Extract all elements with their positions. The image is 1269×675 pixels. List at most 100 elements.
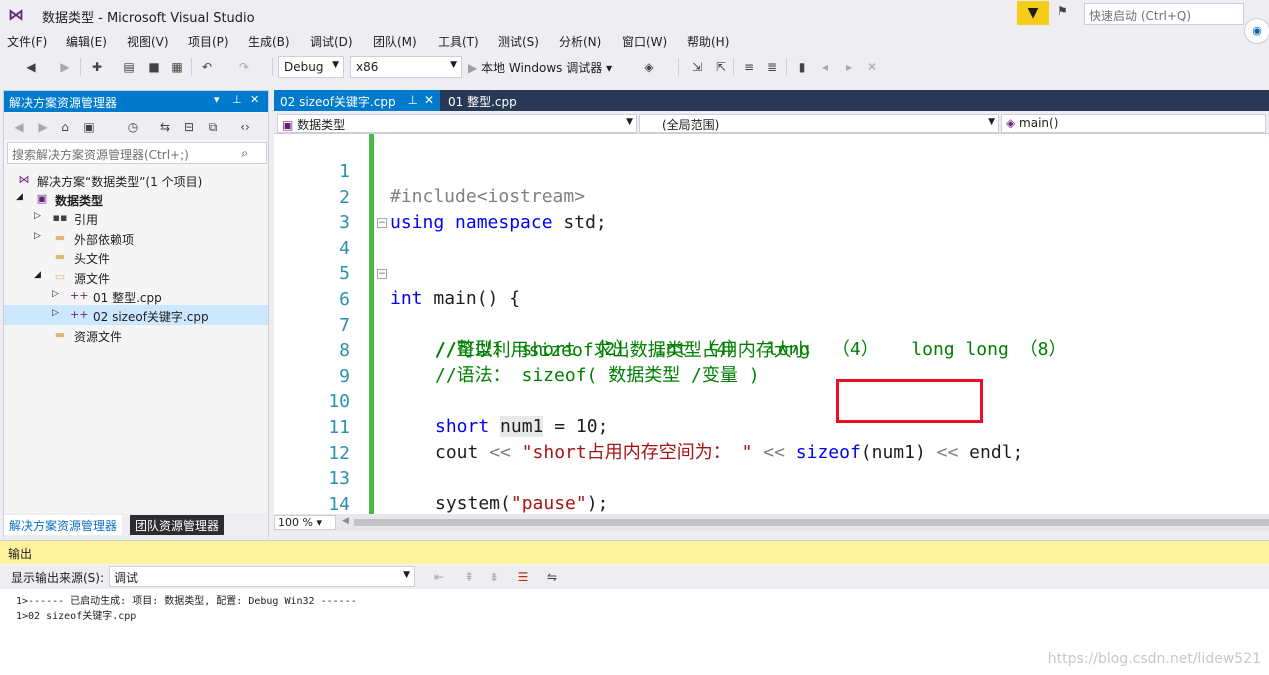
document-tab-bar: 02 sizeof关键字.cpp ⊥ ✕ 01 整型.cpp <box>274 90 1269 111</box>
tab-sizeof-cpp[interactable]: 02 sizeof关键字.cpp ⊥ ✕ <box>274 90 440 111</box>
undo-icon[interactable]: ↶ <box>198 58 216 76</box>
tree-item-label: 02 sizeof关键字.cpp <box>93 310 209 324</box>
cpp-file-icon: ++ <box>70 308 89 321</box>
tree-item-label: 外部依赖项 <box>74 233 135 247</box>
save-icon[interactable]: ■ <box>145 58 163 76</box>
menu-analyze[interactable]: 分析(N) <box>559 33 601 50</box>
bookmark-next-icon[interactable]: ▸ <box>840 58 858 76</box>
scroll-left-icon[interactable]: ◀ <box>342 516 349 526</box>
tree-item-header-files[interactable]: ▬ 头文件 <box>4 247 268 267</box>
account-avatar[interactable]: ◉ <box>1244 18 1269 44</box>
close-icon[interactable]: ✕ <box>250 93 259 106</box>
editor-horizontal-scrollbar[interactable]: 100 % ▾ ◀ <box>274 514 1269 531</box>
search-icon[interactable]: ⌕ <box>241 146 248 161</box>
browse-icon[interactable]: ◈ <box>640 58 658 76</box>
comment-icon[interactable]: ≡ <box>740 58 758 76</box>
open-file-icon[interactable]: ▤ <box>120 58 138 76</box>
folder-icon: ▬ <box>54 250 66 263</box>
feedback-icon[interactable]: ⚑ <box>1057 4 1075 22</box>
clear-all-icon[interactable]: ☰ <box>514 568 532 586</box>
output-source-label: 显示输出来源(S): <box>11 571 105 585</box>
tab-solution-explorer[interactable]: 解决方案资源管理器 <box>4 515 123 535</box>
notification-filter-icon[interactable]: ▼ <box>1017 1 1049 25</box>
chevron-down-icon: ▼ <box>332 60 339 70</box>
solution-search-input[interactable]: 搜索解决方案资源管理器(Ctrl+;) ⌕ <box>7 142 267 164</box>
pending-changes-icon[interactable]: ◷ <box>124 118 142 136</box>
bookmark-prev-icon[interactable]: ◂ <box>816 58 834 76</box>
bookmark-clear-icon[interactable]: ✕ <box>863 58 881 76</box>
collapsed-arrow-icon: ▷ <box>34 211 41 221</box>
back-icon[interactable]: ◀ <box>22 58 40 76</box>
find-message-icon[interactable]: ⇤ <box>430 568 448 586</box>
context-select[interactable]: (全局范围) ▼ <box>639 114 999 133</box>
code-line-5: 5 <box>274 236 1269 284</box>
menu-window[interactable]: 窗口(W) <box>622 33 667 50</box>
zoom-select[interactable]: 100 % ▾ <box>274 515 336 530</box>
menu-build[interactable]: 生成(B) <box>248 33 290 50</box>
menu-help[interactable]: 帮助(H) <box>687 33 729 50</box>
uncomment-icon[interactable]: ≣ <box>763 58 781 76</box>
configuration-select[interactable]: Debug ▼ <box>278 56 344 78</box>
show-all-files-icon[interactable]: ⧉ <box>204 118 222 136</box>
tree-item-solution[interactable]: ⋈ 解决方案“数据类型”(1 个项目) <box>4 170 268 190</box>
pin-icon[interactable]: ⊥ <box>408 93 418 107</box>
output-line: 1>02 sizeof关键字.cpp <box>16 611 137 622</box>
project-scope-select[interactable]: ▣ 数据类型 ▼ <box>277 114 637 133</box>
output-text-area[interactable]: 1>------ 已启动生成: 项目: 数据类型, 配置: Debug Win3… <box>0 589 1269 675</box>
previous-message-icon[interactable]: ⇞ <box>460 568 478 586</box>
bookmark-icon[interactable]: ▮ <box>793 58 811 76</box>
home-icon[interactable]: ⌂ <box>56 118 74 136</box>
toolbar-separator <box>678 58 679 76</box>
word-wrap-icon[interactable]: ⇋ <box>543 568 561 586</box>
tree-item-label: 数据类型 <box>55 194 104 208</box>
platform-value: x86 <box>356 60 379 74</box>
fold-toggle-icon[interactable]: − <box>377 269 387 279</box>
tree-item-references[interactable]: ▷ ▪▪ 引用 <box>4 208 268 228</box>
output-source-select[interactable]: 调试 ▼ <box>109 566 415 587</box>
menu-tools[interactable]: 工具(T) <box>438 33 479 50</box>
code-line-2: 2 using namespace std; <box>274 160 1269 233</box>
platform-select[interactable]: x86 ▼ <box>350 56 462 78</box>
pin-icon[interactable]: ⊥ <box>232 93 242 106</box>
tree-item-label: 源文件 <box>74 272 111 286</box>
collapse-all-icon[interactable]: ⊟ <box>180 118 198 136</box>
fold-toggle-icon[interactable]: − <box>377 217 387 228</box>
tree-item-file[interactable]: ▷ ++ 01 整型.cpp <box>4 286 268 306</box>
member-select[interactable]: ◈ main() <box>1001 114 1266 133</box>
step-icon[interactable]: ⇲ <box>688 58 706 76</box>
forward-icon[interactable]: ▶ <box>34 118 52 136</box>
menu-edit[interactable]: 编辑(E) <box>66 33 107 50</box>
menu-debug[interactable]: 调试(D) <box>310 33 353 50</box>
context-value: (全局范围) <box>662 118 720 132</box>
menu-test[interactable]: 测试(S) <box>498 33 539 50</box>
menu-view[interactable]: 视图(V) <box>127 33 169 50</box>
next-message-icon[interactable]: ⇟ <box>485 568 503 586</box>
switch-views-icon[interactable]: ▣ <box>80 118 98 136</box>
tree-item-project[interactable]: ◢ ▣ 数据类型 <box>4 189 268 209</box>
code-editor[interactable]: 1 #include<iostream> 2 using namespace s… <box>274 134 1269 514</box>
tree-item-external-dependencies[interactable]: ▷ ▬ 外部依赖项 <box>4 228 268 248</box>
forward-icon[interactable]: ▶ <box>56 58 74 76</box>
menu-project[interactable]: 项目(P) <box>188 33 229 50</box>
quick-launch-input[interactable]: 快速启动 (Ctrl+Q) <box>1084 3 1244 25</box>
start-debugger-button[interactable]: ▶ 本地 Windows 调试器 ▾ <box>468 59 612 76</box>
panel-menu-icon[interactable]: ▾ <box>214 93 220 106</box>
menu-team[interactable]: 团队(M) <box>373 33 417 50</box>
chevron-down-icon: ▼ <box>450 60 457 70</box>
solution-explorer-title: 解决方案资源管理器 <box>9 96 118 110</box>
new-project-icon[interactable]: ✚ <box>88 58 106 76</box>
close-icon[interactable]: ✕ <box>424 93 434 107</box>
tab-integer-cpp[interactable]: 01 整型.cpp <box>442 90 523 111</box>
step-out-icon[interactable]: ⇱ <box>712 58 730 76</box>
sync-icon[interactable]: ⇆ <box>156 118 174 136</box>
scrollbar-thumb[interactable] <box>354 519 1269 526</box>
menu-file[interactable]: 文件(F) <box>7 33 47 50</box>
code-view-icon[interactable]: ‹› <box>236 118 254 136</box>
tree-item-file-selected[interactable]: ▷ ++ 02 sizeof关键字.cpp <box>4 305 268 325</box>
back-icon[interactable]: ◀ <box>10 118 28 136</box>
tree-item-source-files[interactable]: ◢ ▭ 源文件 <box>4 267 268 287</box>
save-all-icon[interactable]: ▦ <box>168 58 186 76</box>
redo-icon[interactable]: ↷ <box>235 58 253 76</box>
tree-item-resource-files[interactable]: ▬ 资源文件 <box>4 325 268 345</box>
tab-team-explorer[interactable]: 团队资源管理器 <box>130 515 225 535</box>
